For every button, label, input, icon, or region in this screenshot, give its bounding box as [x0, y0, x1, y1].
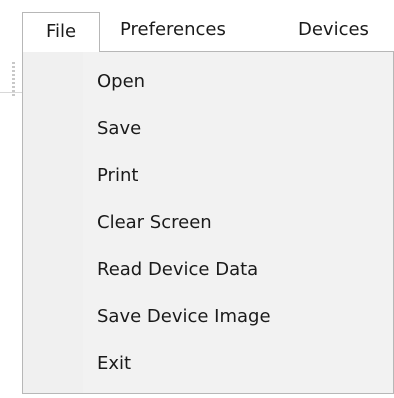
- menu-devices[interactable]: Devices: [298, 12, 369, 48]
- app-window: File Preferences Devices Open Save Print…: [0, 0, 394, 398]
- menu-item-exit[interactable]: Exit: [23, 340, 393, 387]
- divider: [0, 92, 22, 93]
- file-menu-dropdown: Open Save Print Clear Screen Read Device…: [22, 51, 394, 394]
- menu-preferences[interactable]: Preferences: [120, 12, 226, 48]
- menu-item-open[interactable]: Open: [23, 58, 393, 105]
- menu-item-read-device-data[interactable]: Read Device Data: [23, 246, 393, 293]
- menu-bar: File Preferences Devices: [0, 0, 394, 52]
- window-background: [0, 52, 22, 398]
- toolbar-grip-icon: [12, 62, 15, 96]
- menu-item-save-device-image[interactable]: Save Device Image: [23, 293, 393, 340]
- menu-item-print[interactable]: Print: [23, 152, 393, 199]
- file-menu-list: Open Save Print Clear Screen Read Device…: [23, 58, 393, 387]
- menu-file[interactable]: File: [22, 12, 100, 52]
- menu-item-clear-screen[interactable]: Clear Screen: [23, 199, 393, 246]
- menu-item-save[interactable]: Save: [23, 105, 393, 152]
